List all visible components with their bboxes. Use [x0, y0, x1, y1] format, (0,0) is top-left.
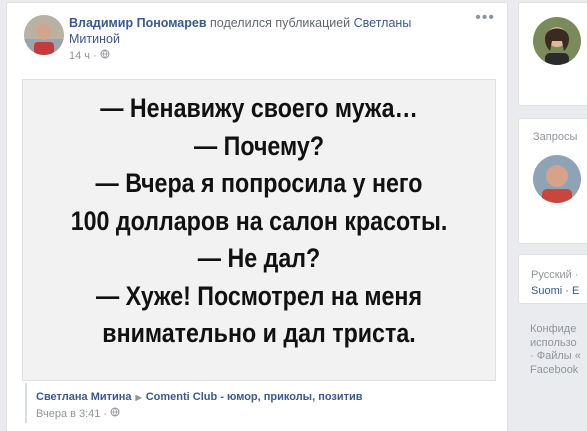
sidebar-footer: Конфиде использо · Файлы « Facebook — [530, 323, 587, 377]
source-timestamp-link[interactable]: Вчера в 3:41 — [36, 408, 100, 420]
meta-separator: · — [103, 407, 108, 420]
joke-line: внимательно и дал триста. — [102, 318, 416, 348]
request-avatar[interactable] — [533, 155, 581, 203]
contact-avatar[interactable] — [533, 17, 581, 65]
post-image-text[interactable]: — Ненавижу своего мужа… — Почему? — Вчер… — [22, 79, 496, 381]
footer-line[interactable]: использо — [530, 337, 587, 351]
globe-icon[interactable] — [100, 49, 110, 62]
post-meta: 14 ч · — [69, 49, 110, 62]
author-name-link[interactable]: Владимир Пономарев — [69, 16, 207, 30]
source-page-link[interactable]: Comenti Club - юмор, приколы, позитив — [146, 391, 363, 403]
source-author-link[interactable]: Светлана Митина — [36, 391, 132, 403]
joke-line: — Не дал? — [197, 243, 321, 273]
share-action-text: поделился публикацией — [210, 16, 351, 30]
joke-line: — Вчера я попросила у него — [95, 168, 423, 198]
arrow-right-icon: ▶ — [135, 392, 142, 402]
post-header: Владимир Пономарев поделился публикацией… — [69, 15, 449, 47]
sidebar-card-requests: Запросы — [518, 118, 587, 244]
joke-line: 100 долларов на салон красоты. — [70, 205, 448, 236]
meta-separator: · — [93, 49, 97, 62]
footer-line[interactable]: Facebook — [530, 364, 587, 378]
footer-line[interactable]: · Файлы « — [530, 350, 587, 364]
post-card: Владимир Пономарев поделился публикацией… — [6, 2, 508, 431]
post-timestamp-link[interactable]: 14 ч — [69, 50, 90, 62]
sidebar-card-languages: Русский · Suomi · E — [518, 254, 587, 304]
language-link[interactable]: Suomi · E — [531, 285, 579, 297]
sidebar-card-profile — [518, 2, 587, 106]
requests-title: Запросы — [533, 131, 578, 143]
language-current[interactable]: Русский · — [531, 269, 579, 281]
more-options-icon[interactable]: ••• — [475, 9, 495, 27]
joke-line: — Ненавижу своего мужа… — [100, 93, 418, 123]
globe-icon[interactable] — [110, 407, 120, 420]
joke-line: — Хуже! Посмотрел на меня — [96, 280, 422, 311]
joke-line: — Почему? — [193, 130, 325, 161]
author-avatar[interactable] — [24, 15, 64, 55]
original-post-source: Светлана Митина ▶ Comenti Club - юмор, п… — [25, 383, 495, 423]
footer-line[interactable]: Конфиде — [530, 323, 587, 337]
